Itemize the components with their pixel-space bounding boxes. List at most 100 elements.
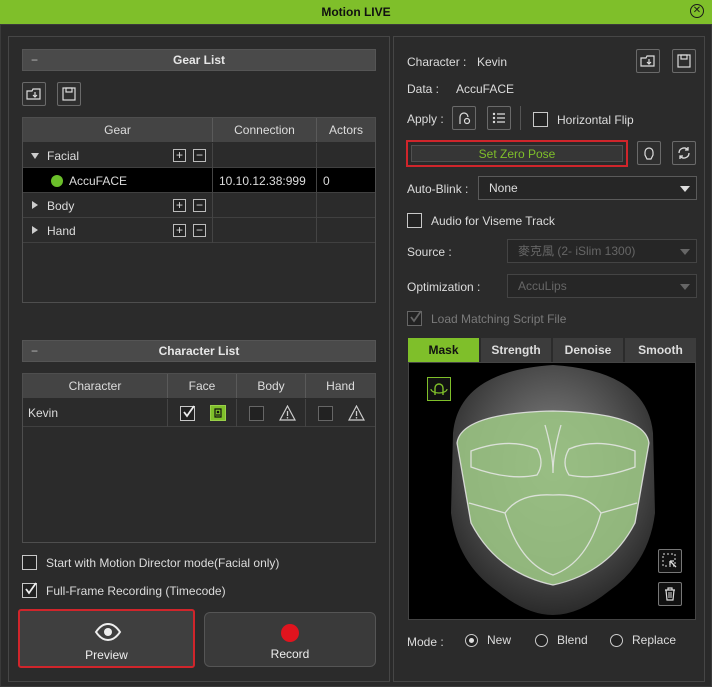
gear-name: Body bbox=[47, 199, 75, 213]
character-list-title: Character List bbox=[158, 344, 240, 358]
tab-denoise[interactable]: Denoise bbox=[553, 338, 624, 362]
remove-icon[interactable]: − bbox=[193, 224, 206, 237]
add-icon[interactable]: + bbox=[173, 224, 186, 237]
remove-icon[interactable]: − bbox=[193, 199, 206, 212]
gear-table: Gear Connection Actors Facial + − AccuFA… bbox=[22, 117, 376, 303]
hand-column-header[interactable]: Hand bbox=[306, 374, 375, 398]
head-button[interactable] bbox=[637, 141, 661, 165]
tab-strength[interactable]: Strength bbox=[481, 338, 552, 362]
mask-tool-button[interactable] bbox=[427, 377, 451, 401]
mode-replace-radio[interactable] bbox=[610, 634, 623, 647]
character-row-kevin[interactable]: Kevin bbox=[23, 399, 375, 427]
preview-button[interactable]: Preview bbox=[18, 609, 195, 668]
save-character-button[interactable] bbox=[672, 49, 696, 73]
apply-list-button[interactable] bbox=[487, 106, 511, 130]
list-icon bbox=[492, 112, 505, 124]
body-checkbox[interactable] bbox=[249, 406, 264, 421]
divider bbox=[520, 106, 521, 130]
chevron-down-icon bbox=[680, 284, 690, 290]
source-label: Source : bbox=[407, 245, 452, 259]
gear-column-header[interactable]: Gear bbox=[23, 118, 213, 142]
horizontal-flip-label: Horizontal Flip bbox=[557, 113, 634, 127]
mode-new-radio[interactable] bbox=[465, 634, 478, 647]
load-gear-button[interactable] bbox=[22, 82, 46, 106]
save-gear-button[interactable] bbox=[57, 82, 81, 106]
tab-smooth[interactable]: Smooth bbox=[625, 338, 696, 362]
collapse-icon[interactable]: − bbox=[31, 341, 38, 361]
expand-icon[interactable] bbox=[32, 201, 38, 209]
mode-blend-label: Blend bbox=[557, 633, 588, 647]
folder-load-icon bbox=[26, 88, 41, 100]
remove-icon[interactable]: − bbox=[193, 149, 206, 162]
connection-value: 10.10.12.38:999 bbox=[219, 174, 306, 188]
body-column-header[interactable]: Body bbox=[237, 374, 306, 398]
face-mask-viewport[interactable] bbox=[408, 362, 696, 620]
collapse-icon[interactable]: − bbox=[31, 50, 38, 70]
full-frame-checkbox[interactable] bbox=[22, 582, 37, 598]
check-icon bbox=[410, 310, 422, 323]
set-zero-pose-label: Set Zero Pose bbox=[411, 145, 623, 162]
gear-list-header[interactable]: − Gear List bbox=[22, 49, 376, 71]
gear-row-facial[interactable]: Facial + − bbox=[23, 143, 375, 168]
window-title: Motion LIVE bbox=[321, 5, 391, 19]
connection-column-header[interactable]: Connection bbox=[213, 118, 317, 142]
source-dropdown[interactable]: 麥克風 (2- iSlim 1300) bbox=[507, 239, 697, 263]
select-region-button[interactable] bbox=[658, 549, 682, 573]
audio-viseme-checkbox[interactable] bbox=[407, 213, 422, 228]
save-icon bbox=[62, 87, 76, 101]
full-frame-label: Full-Frame Recording (Timecode) bbox=[46, 584, 226, 598]
gear-name: Facial bbox=[47, 149, 80, 163]
mode-replace-label: Replace bbox=[632, 633, 677, 647]
delete-button[interactable] bbox=[658, 582, 682, 606]
optimization-value: AccuLips bbox=[518, 279, 567, 293]
set-zero-pose-button[interactable]: Set Zero Pose bbox=[406, 140, 628, 167]
expand-icon[interactable] bbox=[31, 153, 39, 159]
character-label: Character : bbox=[407, 55, 467, 69]
character-value: Kevin bbox=[477, 55, 508, 69]
close-icon[interactable]: ✕ bbox=[690, 4, 704, 18]
apply-face-button[interactable] bbox=[452, 106, 476, 130]
face-column-header[interactable]: Face bbox=[168, 374, 237, 398]
gear-row-hand[interactable]: Hand + − bbox=[23, 218, 375, 243]
add-icon[interactable]: + bbox=[173, 149, 186, 162]
horizontal-flip-checkbox[interactable] bbox=[533, 112, 548, 127]
chevron-down-icon bbox=[680, 249, 690, 255]
gear-row-body[interactable]: Body + − bbox=[23, 193, 375, 218]
optimization-label: Optimization : bbox=[407, 280, 481, 294]
load-script-label: Load Matching Script File bbox=[431, 312, 567, 326]
face-checkbox[interactable] bbox=[180, 405, 195, 421]
actors-column-header[interactable]: Actors bbox=[317, 118, 375, 142]
warning-icon bbox=[348, 405, 365, 421]
tab-mask[interactable]: Mask bbox=[408, 338, 480, 362]
character-column-header[interactable]: Character bbox=[23, 374, 168, 398]
auto-blink-value: None bbox=[489, 181, 518, 195]
mode-label: Mode : bbox=[407, 635, 444, 649]
data-label: Data : bbox=[407, 82, 440, 96]
motion-director-checkbox[interactable] bbox=[22, 555, 37, 570]
mode-new-label: New bbox=[487, 633, 512, 647]
character-list-header[interactable]: − Character List bbox=[22, 340, 376, 362]
character-name: Kevin bbox=[28, 406, 59, 420]
optimization-dropdown[interactable]: AccuLips bbox=[507, 274, 697, 298]
load-script-checkbox[interactable] bbox=[407, 310, 422, 326]
warning-icon bbox=[279, 405, 296, 421]
face-device-icon[interactable] bbox=[210, 405, 226, 421]
expand-icon[interactable] bbox=[32, 226, 38, 234]
hand-checkbox[interactable] bbox=[318, 406, 333, 421]
character-table: Character Face Body Hand Kevin bbox=[22, 373, 376, 543]
motion-director-label: Start with Motion Director mode(Facial o… bbox=[46, 556, 280, 570]
eye-icon bbox=[94, 623, 122, 641]
trash-icon bbox=[665, 587, 675, 601]
gear-list-title: Gear List bbox=[172, 53, 226, 67]
check-icon bbox=[183, 405, 195, 418]
gear-name: Hand bbox=[47, 224, 76, 238]
gear-name: AccuFACE bbox=[69, 174, 128, 188]
record-button[interactable]: Record bbox=[204, 612, 376, 667]
gear-row-accuface[interactable]: AccuFACE 10.10.12.38:999 0 bbox=[23, 168, 375, 193]
add-icon[interactable]: + bbox=[173, 199, 186, 212]
load-character-button[interactable] bbox=[636, 49, 660, 73]
auto-blink-dropdown[interactable]: None bbox=[478, 176, 697, 200]
reset-button[interactable] bbox=[672, 141, 696, 165]
folder-load-icon bbox=[640, 55, 655, 67]
mode-blend-radio[interactable] bbox=[535, 634, 548, 647]
